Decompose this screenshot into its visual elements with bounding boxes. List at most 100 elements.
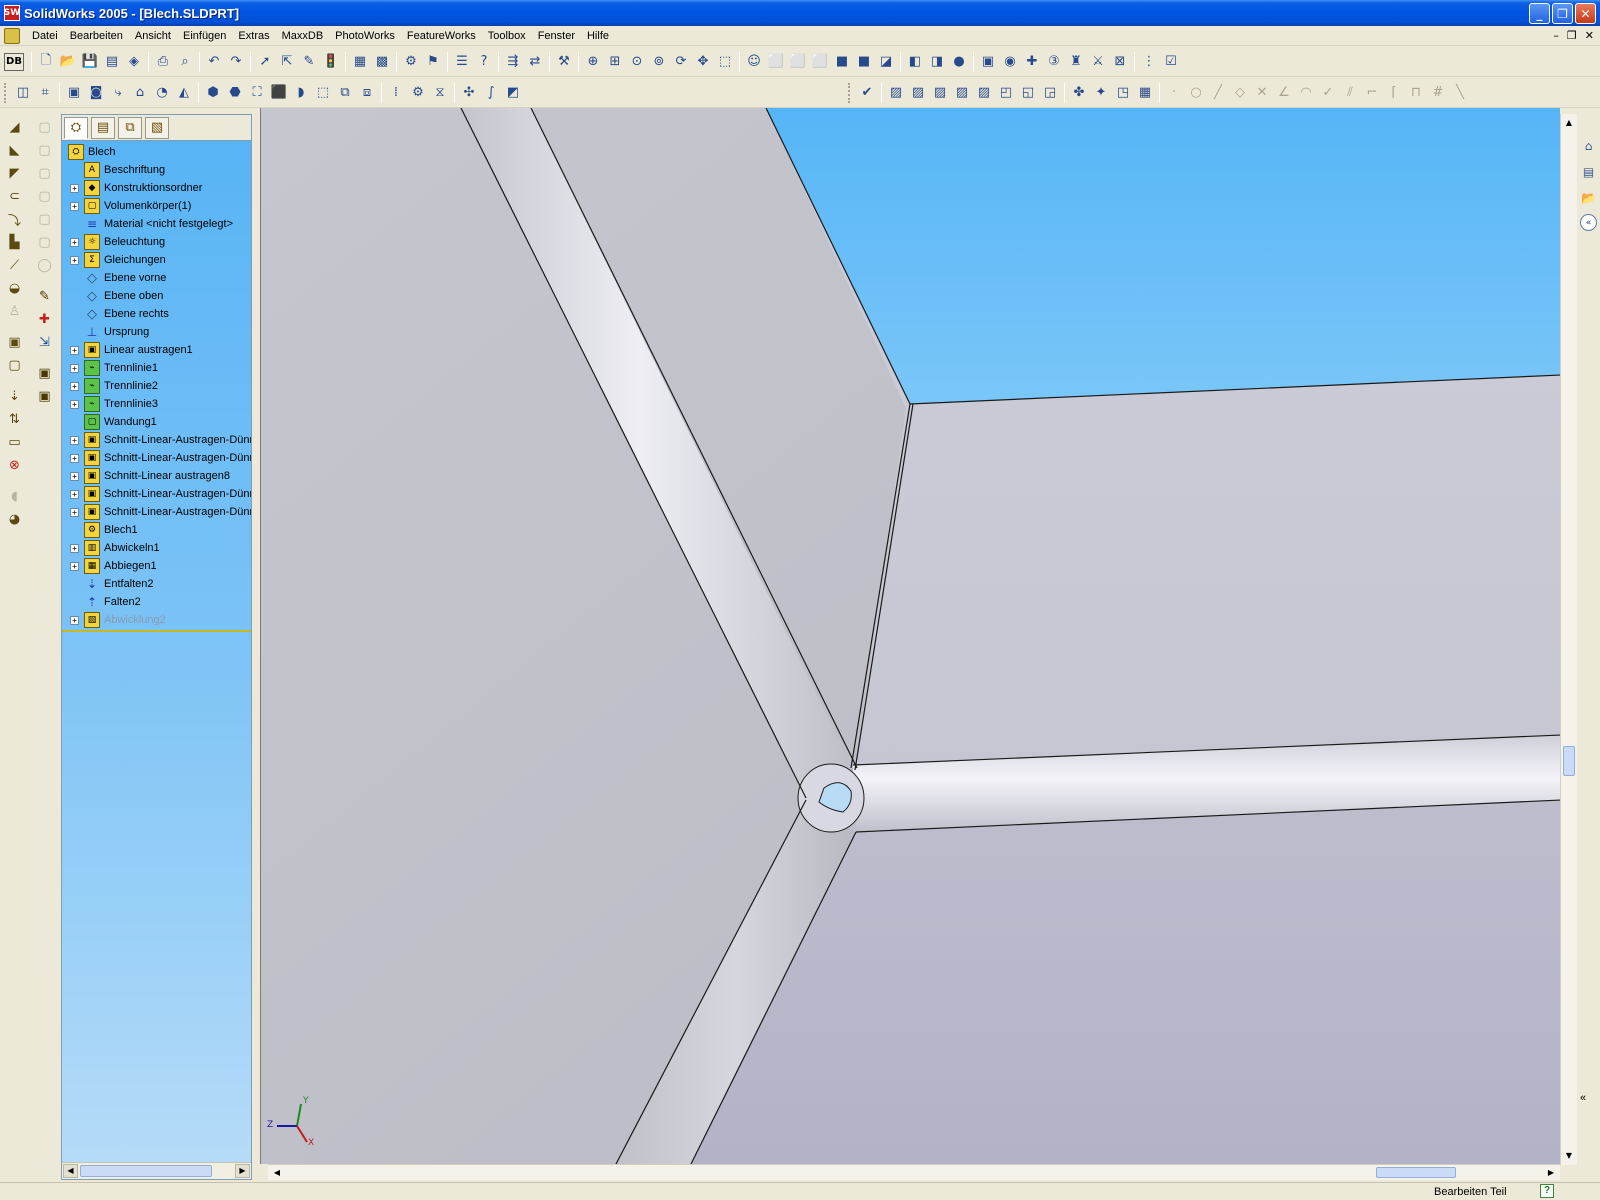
tree-item[interactable]: + ▥ Abwickeln1: [62, 539, 251, 557]
sheet-metal-base-flange-icon[interactable]: ◫: [12, 82, 34, 104]
open-folder-icon[interactable]: 📂: [57, 51, 79, 73]
sketch-icon[interactable]: ✎: [298, 51, 320, 73]
scroll-up-icon[interactable]: ▲: [1562, 116, 1576, 130]
centerline-icon[interactable]: ⌈: [1383, 82, 1405, 104]
make-drawing-icon[interactable]: ▤: [101, 51, 123, 73]
linear-pattern-icon[interactable]: ⁞: [385, 82, 407, 104]
dimension-icon[interactable]: ⌗: [34, 82, 56, 104]
doc-minimize-button[interactable]: –: [1553, 29, 1559, 42]
tree-item[interactable]: ◇ Ebene oben: [62, 287, 251, 305]
rebuild-icon[interactable]: 🚦: [320, 51, 342, 73]
zoom-fit-icon[interactable]: ⊕: [582, 51, 604, 73]
arc-icon[interactable]: ◠: [1295, 82, 1317, 104]
expand-icon[interactable]: +: [70, 616, 79, 625]
rotate-view-icon[interactable]: ⟳: [670, 51, 692, 73]
tree-item[interactable]: ▢ Wandung1: [62, 413, 251, 431]
expand-icon[interactable]: +: [70, 454, 79, 463]
revolved-boss-icon[interactable]: ◙: [85, 82, 107, 104]
render-options-icon[interactable]: ◉: [999, 51, 1021, 73]
lofted-bend-icon[interactable]: ◖: [4, 485, 26, 507]
design-library-icon[interactable]: ▤: [1579, 162, 1599, 182]
view-orientation-icon[interactable]: ⬚: [714, 51, 736, 73]
zoom-area-icon[interactable]: ⊞: [604, 51, 626, 73]
make-assembly-icon[interactable]: ◈: [123, 51, 145, 73]
break-corner-icon[interactable]: ◒: [4, 277, 26, 299]
offset-entities-icon[interactable]: ▣: [34, 385, 56, 407]
materials-icon[interactable]: ▩: [371, 51, 393, 73]
solidworks-resources-icon[interactable]: ⌂: [1579, 136, 1599, 156]
model-view[interactable]: [261, 108, 1560, 1164]
decal-icon[interactable]: ◰: [995, 82, 1017, 104]
tree-item[interactable]: + ▧ Abwicklung2: [62, 611, 251, 629]
graphics-horizontal-scrollbar[interactable]: ◀ ▶: [268, 1164, 1560, 1180]
image-2-icon[interactable]: ▨: [907, 82, 929, 104]
render-icon[interactable]: ▣: [977, 51, 999, 73]
hscroll-right-icon[interactable]: ▶: [1544, 1166, 1558, 1180]
scroll-down-icon[interactable]: ▼: [1562, 1149, 1576, 1163]
render-region-icon[interactable]: ✚: [1021, 51, 1043, 73]
macro-run-icon[interactable]: ⇶: [502, 51, 524, 73]
flatten-icon[interactable]: ▭: [4, 431, 26, 453]
disabled-tool-4-icon[interactable]: ▢: [34, 185, 56, 207]
reference-geometry-icon[interactable]: ✣: [458, 82, 480, 104]
circular-pattern-icon[interactable]: ⚙: [407, 82, 429, 104]
menu-datei[interactable]: Datei: [26, 30, 64, 42]
minimize-button[interactable]: _: [1529, 3, 1550, 24]
insert-bends-icon[interactable]: ▢: [4, 354, 26, 376]
zoom-in-out-icon[interactable]: ⊙: [626, 51, 648, 73]
shadows-icon[interactable]: ◨: [926, 51, 948, 73]
tree-item[interactable]: ≡ Material <nicht festgelegt>: [62, 215, 251, 233]
tree-item[interactable]: + Σ Gleichungen: [62, 251, 251, 269]
section-view-icon[interactable]: ◧: [904, 51, 926, 73]
image-4-icon[interactable]: ▨: [951, 82, 973, 104]
ruler-icon[interactable]: ⊓: [1405, 82, 1427, 104]
tree-item[interactable]: + ▢ Volumenkörper(1): [62, 197, 251, 215]
photoworks-options-icon[interactable]: ▦: [1134, 82, 1156, 104]
sweep-icon[interactable]: ⤷: [107, 82, 129, 104]
photoworks-render-icon[interactable]: ✔: [856, 82, 878, 104]
check-icon[interactable]: ✓: [1317, 82, 1339, 104]
move-entities-icon[interactable]: ⇲: [34, 331, 56, 353]
base-flange-icon[interactable]: ◢: [4, 116, 26, 138]
copy-entities-icon[interactable]: ▣: [34, 362, 56, 384]
split-icon[interactable]: ⧉: [334, 82, 356, 104]
expand-icon[interactable]: +: [70, 544, 79, 553]
edge-flange-icon[interactable]: ◣: [4, 139, 26, 161]
expand-task-pane-icon[interactable]: «: [1580, 1092, 1586, 1104]
corner-icon[interactable]: ⌐: [1361, 82, 1383, 104]
sheet-metal-gusset-icon[interactable]: ◕: [4, 508, 26, 530]
loft-icon[interactable]: ⌂: [129, 82, 151, 104]
lighting-tool-icon[interactable]: ◲: [1039, 82, 1061, 104]
material-tool-icon[interactable]: ◳: [1112, 82, 1134, 104]
help-icon[interactable]: ?: [473, 51, 495, 73]
rip-icon[interactable]: ▣: [4, 331, 26, 353]
shaded-icon[interactable]: ■: [853, 51, 875, 73]
menu-einfuegen[interactable]: Einfügen: [177, 30, 232, 42]
new-file-icon[interactable]: 🗋: [35, 51, 57, 73]
configuration-manager-tab-icon[interactable]: ⧉: [118, 116, 142, 139]
tree-item[interactable]: + ▣ Schnitt-Linear-Austragen-Dünn: [62, 449, 251, 467]
image-3-icon[interactable]: ▨: [929, 82, 951, 104]
chamfer-icon[interactable]: ◭: [173, 82, 195, 104]
expand-icon[interactable]: +: [70, 436, 79, 445]
feature-tree-scrollbar[interactable]: ◀ ▶: [62, 1162, 251, 1179]
disabled-tool-7-icon[interactable]: ◯: [34, 254, 56, 276]
expand-icon[interactable]: +: [70, 238, 79, 247]
menu-ansicht[interactable]: Ansicht: [129, 30, 177, 42]
tree-item[interactable]: + ▣ Schnitt-Linear-Austragen-Dünn: [62, 431, 251, 449]
photoworks-smiley-icon[interactable]: ☺: [743, 51, 765, 73]
solidworks-app-icon[interactable]: SW: [4, 5, 20, 21]
menu-photoworks[interactable]: PhotoWorks: [329, 30, 401, 42]
sketched-bend-icon[interactable]: ▙: [4, 231, 26, 253]
hatch-icon[interactable]: ⫽: [1339, 82, 1361, 104]
hidden-lines-removed-icon[interactable]: ⬜: [809, 51, 831, 73]
tree-item[interactable]: + ▣ Linear austragen1: [62, 341, 251, 359]
print-icon[interactable]: ⎙: [152, 51, 174, 73]
tree-item[interactable]: A Beschriftung: [62, 161, 251, 179]
perspective-icon[interactable]: ◪: [875, 51, 897, 73]
horizontal-scroll-thumb[interactable]: [1376, 1167, 1456, 1178]
restore-button[interactable]: ❐: [1552, 3, 1573, 24]
closed-corner-icon[interactable]: ⟋: [4, 254, 26, 276]
jog-icon[interactable]: ⤵: [4, 208, 26, 230]
slash-icon[interactable]: ╲: [1449, 82, 1471, 104]
